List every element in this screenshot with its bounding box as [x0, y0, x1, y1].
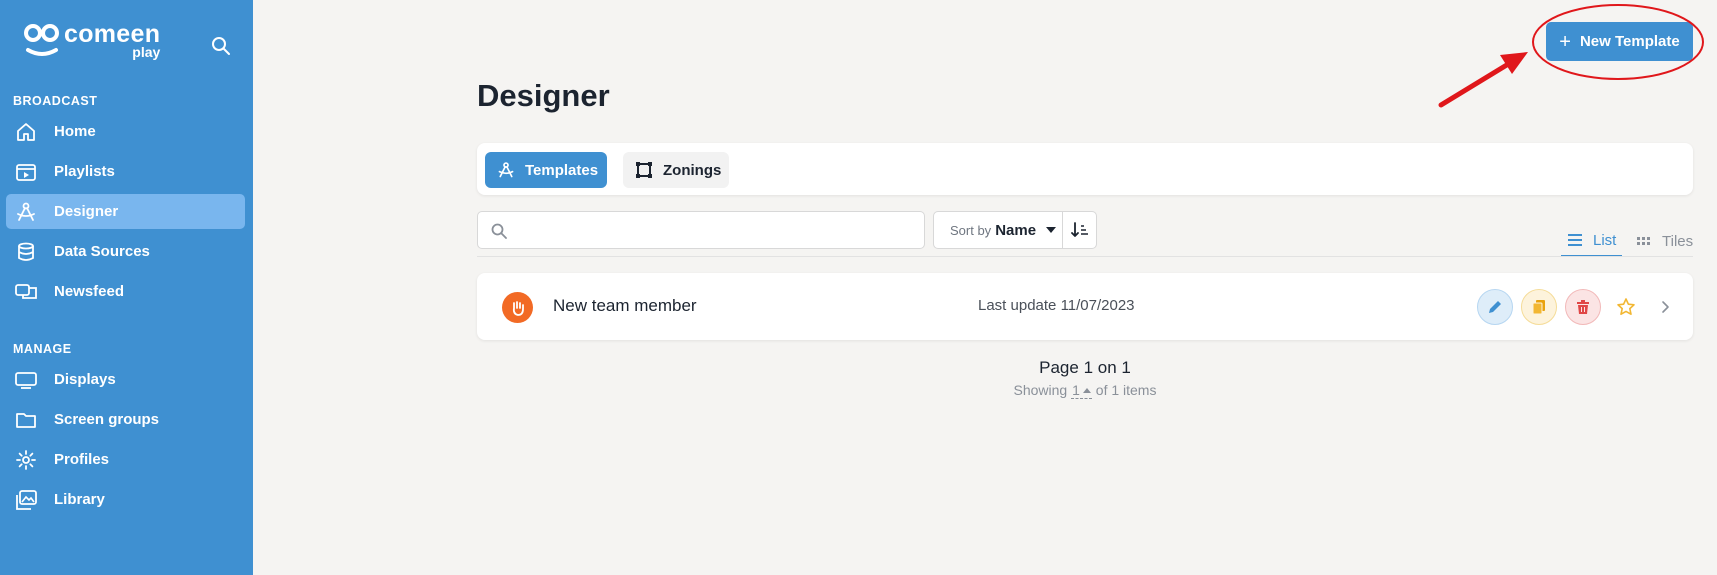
home-icon	[14, 120, 38, 144]
page-title: Designer	[477, 78, 610, 113]
search-icon	[491, 223, 507, 239]
per-page-select[interactable]: 1	[1071, 382, 1092, 399]
sidebar-item-designer[interactable]: Designer	[6, 194, 245, 229]
view-tiles-label: Tiles	[1662, 232, 1694, 250]
sidebar-item-library[interactable]: Library	[6, 482, 245, 517]
pencil-icon	[1489, 301, 1501, 313]
page-info: Page 1 on 1	[1039, 358, 1131, 377]
view-list-button[interactable]: List	[1561, 225, 1623, 257]
sort-ascending-icon	[1070, 222, 1088, 237]
monitor-icon	[14, 368, 38, 392]
sidebar-item-home[interactable]: Home	[6, 114, 245, 149]
sidebar-item-label: Data Sources	[54, 243, 150, 260]
designer-icon	[498, 162, 514, 178]
sidebar-item-label: Home	[54, 123, 96, 140]
sidebar-item-label: Designer	[54, 203, 119, 220]
tabs-bar: Templates Zonings	[477, 143, 1693, 195]
template-name: New team member	[553, 296, 697, 315]
divider	[477, 256, 1693, 257]
delete-button[interactable]	[1565, 289, 1601, 325]
library-icon	[14, 488, 38, 512]
search-input[interactable]	[516, 212, 916, 248]
duplicate-button[interactable]	[1521, 289, 1557, 325]
showing-prefix: Showing	[1013, 382, 1068, 398]
chevron-down-icon	[1046, 227, 1057, 233]
sidebar-item-label: Library	[54, 491, 105, 508]
sidebar-item-newsfeed[interactable]: Newsfeed	[6, 274, 245, 309]
last-update: Last update 11/07/2023	[978, 297, 1135, 314]
sort-direction-button[interactable]	[1062, 211, 1097, 249]
gear-icon	[14, 448, 38, 472]
tab-zonings[interactable]: Zonings	[623, 152, 729, 188]
new-template-label: New Template	[1579, 33, 1680, 50]
section-title-broadcast: BROADCAST	[13, 94, 98, 108]
annotation-arrow	[1438, 60, 1513, 108]
copy-icon	[1532, 300, 1545, 315]
clap-hands-icon	[502, 292, 533, 323]
tab-templates[interactable]: Templates	[485, 152, 607, 188]
playlist-icon	[14, 160, 38, 184]
per-page-value: 1	[1072, 382, 1080, 398]
sidebar-item-playlists[interactable]: Playlists	[6, 154, 245, 189]
search-icon[interactable]	[211, 36, 231, 56]
sort-label: Sort by	[950, 222, 992, 238]
sort-select[interactable]: Sort by Name	[933, 211, 1063, 249]
view-tiles-button[interactable]: Tiles	[1632, 225, 1697, 257]
sidebar-item-label: Newsfeed	[54, 283, 125, 300]
favorite-button[interactable]	[1608, 289, 1644, 325]
annotation-arrowhead	[1500, 52, 1528, 74]
grid-icon	[1637, 237, 1650, 245]
brand-logo[interactable]: comeen play	[22, 22, 160, 59]
sidebar: comeen play BROADCAST Home Playlists Des…	[0, 0, 253, 575]
logo-mark-icon	[24, 24, 59, 56]
designer-icon	[14, 200, 38, 224]
star-icon	[1617, 298, 1635, 315]
database-icon	[14, 240, 38, 264]
showing-suffix: of 1 items	[1095, 382, 1157, 398]
sidebar-item-displays[interactable]: Displays	[6, 362, 245, 397]
sidebar-item-data-sources[interactable]: Data Sources	[6, 234, 245, 269]
sidebar-item-label: Screen groups	[54, 411, 160, 428]
search-field[interactable]	[477, 211, 925, 249]
sidebar-item-profiles[interactable]: Profiles	[6, 442, 245, 477]
list-icon	[1568, 234, 1582, 246]
sidebar-item-label: Profiles	[54, 451, 110, 468]
section-title-manage: MANAGE	[13, 342, 72, 356]
sidebar-item-label: Playlists	[54, 163, 115, 180]
zoning-icon	[636, 162, 652, 178]
sidebar-item-screen-groups[interactable]: Screen groups	[6, 402, 245, 437]
sidebar-item-label: Displays	[54, 371, 116, 388]
caret-up-icon	[1082, 388, 1091, 393]
showing-info: Showing 1 of 1 items	[935, 382, 1235, 399]
new-template-button[interactable]: + New Template	[1546, 22, 1693, 61]
folder-icon	[14, 408, 38, 432]
edit-button[interactable]	[1477, 289, 1513, 325]
list-item[interactable]: New team member Last update 11/07/2023	[477, 273, 1693, 340]
newsfeed-icon	[14, 280, 38, 304]
tab-label: Templates	[525, 161, 599, 179]
chevron-right-icon	[1662, 301, 1669, 313]
tab-label: Zonings	[663, 161, 722, 179]
trash-icon	[1577, 300, 1589, 314]
open-button[interactable]	[1647, 289, 1683, 325]
plus-icon: +	[1559, 30, 1571, 53]
sort-value: Name	[995, 221, 1037, 239]
view-list-label: List	[1593, 231, 1617, 249]
